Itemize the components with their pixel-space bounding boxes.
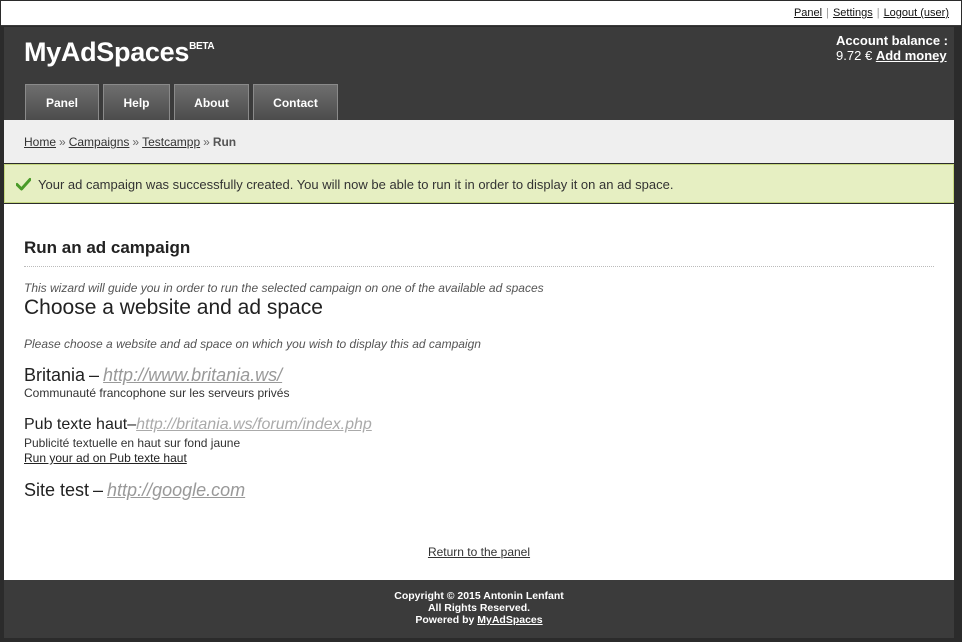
nav-tab-about[interactable]: About [174, 84, 249, 120]
site-footer: Copyright © 2015 Antonin Lenfant All Rig… [4, 580, 954, 638]
account-balance: Account balance : 9.72 € Add money [836, 33, 948, 63]
dash: – [89, 365, 100, 385]
instruction-text: Please choose a website and ad space on … [24, 337, 481, 351]
logo-text: MyAdSpaces [24, 37, 190, 67]
website-britania: Britania – http://www.britania.ws/ [24, 365, 282, 386]
breadcrumb: Home» Campaigns» Testcampp» Run [4, 120, 954, 163]
site-logo[interactable]: MyAdSpacesBETA [24, 37, 215, 68]
powered-by-link[interactable]: MyAdSpaces [477, 614, 542, 626]
website-name: Site test [24, 480, 90, 500]
balance-label: Account balance : [836, 33, 948, 48]
main-content: Run an ad campaign This wizard will guid… [4, 204, 954, 580]
footer-copyright: Copyright © 2015 Antonin Lenfant [394, 590, 564, 602]
return-to-panel-link[interactable]: Return to the panel [428, 545, 530, 559]
site-header: MyAdSpacesBETA Account balance : 9.72 € … [4, 27, 954, 120]
ad-space-pub-texte-haut: Pub texte haut–http://britania.ws/forum/… [24, 416, 372, 434]
website-site-test: Site test – http://google.com [24, 480, 245, 501]
balance-line: 9.72 € Add money [836, 48, 948, 63]
balance-value: 9.72 € [836, 48, 873, 63]
website-description: Communauté francophone sur les serveurs … [24, 386, 290, 400]
footer-powered: Powered by MyAdSpaces [4, 614, 954, 626]
dash: – [127, 416, 137, 433]
separator: | [826, 7, 829, 19]
powered-prefix: Powered by [415, 614, 475, 626]
breadcrumb-separator: » [132, 135, 140, 149]
nav-tab-help[interactable]: Help [103, 84, 170, 120]
page-title: Run an ad campaign [24, 238, 934, 267]
nav-tab-panel[interactable]: Panel [25, 84, 99, 120]
top-utility-bar: Panel | Settings | Logout (user) [1, 1, 961, 26]
breadcrumb-separator: » [203, 135, 210, 149]
breadcrumb-home[interactable]: Home [24, 135, 56, 149]
run-ad-link[interactable]: Run your ad on Pub texte haut [24, 451, 187, 465]
separator: | [876, 7, 880, 19]
ad-space-description: Publicité textuelle en haut sur fond jau… [24, 436, 241, 450]
wizard-intro: This wizard will guide you in order to r… [24, 281, 544, 295]
breadcrumb-campaigns[interactable]: Campaigns [69, 135, 130, 149]
ad-space-url-link[interactable]: http://britania.ws/forum/index.php [136, 416, 372, 433]
return-container: Return to the panel [4, 545, 954, 559]
top-link-panel[interactable]: Panel [794, 7, 822, 19]
top-links: Panel | Settings | Logout (user) [794, 7, 949, 19]
website-name: Britania [24, 365, 86, 385]
beta-badge: BETA [189, 41, 215, 52]
breadcrumb-testcampp[interactable]: Testcampp [142, 135, 200, 149]
breadcrumb-separator: » [59, 135, 66, 149]
dash: – [93, 480, 104, 500]
add-money-link[interactable]: Add money [876, 48, 947, 63]
top-link-settings[interactable]: Settings [833, 7, 873, 19]
checkmark-icon [16, 178, 31, 191]
section-heading: Choose a website and ad space [24, 296, 323, 319]
main-nav: Panel Help About Contact [25, 84, 338, 120]
footer-rights: All Rights Reserved. [427, 602, 531, 614]
website-url-link[interactable]: http://www.britania.ws/ [103, 365, 282, 385]
ad-space-name: Pub texte haut [24, 416, 128, 433]
top-link-logout[interactable]: Logout (user) [884, 7, 949, 19]
nav-tab-contact[interactable]: Contact [253, 84, 338, 120]
breadcrumb-current: Run [212, 135, 237, 149]
notice-text: Your ad campaign was successfully create… [38, 177, 674, 192]
website-url-link[interactable]: http://google.com [107, 480, 245, 500]
success-notice: Your ad campaign was successfully create… [4, 164, 954, 203]
